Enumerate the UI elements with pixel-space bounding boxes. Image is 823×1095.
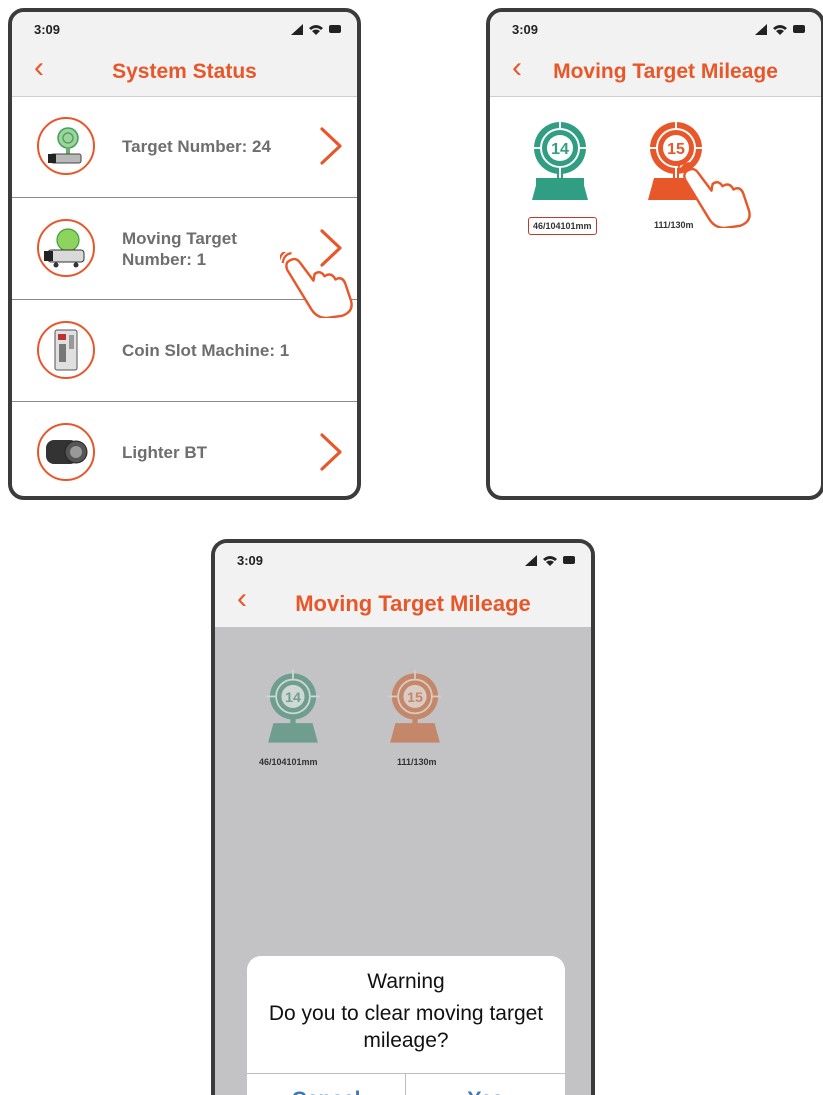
status-icons	[755, 22, 807, 36]
coin-slot-machine-icon	[37, 321, 95, 379]
status-bar: 3:09	[490, 12, 821, 48]
target-number: 15	[667, 141, 685, 158]
dialog-message: Do you to clear moving target mileage?	[268, 1002, 544, 1052]
target-number: 14	[285, 690, 301, 706]
row-label: Lighter BT	[122, 443, 207, 462]
target-number: 15	[407, 690, 423, 706]
status-time: 3:09	[34, 22, 61, 37]
status-bar: 3:09	[12, 12, 357, 48]
warning-dialog: Warning Do you to clear moving target mi…	[247, 956, 565, 1095]
moving-target-15: 15 111/130m	[383, 663, 473, 783]
modal-overlay[interactable]: 14 46/104101mm 15 111/130m Warning Do yo…	[215, 627, 591, 1095]
row-label-line2: Number: 1	[122, 250, 207, 269]
target-mileage: 46/104101mm	[528, 217, 597, 235]
phone-mileage: 3:09 ‹ Moving Target Mileage 14 46/10410…	[486, 8, 823, 500]
status-bar: 3:09	[215, 543, 591, 579]
yes-button[interactable]: Yes	[406, 1074, 565, 1095]
tap-hand-icon	[280, 252, 358, 318]
moving-target-14: 14 46/104101mm	[259, 663, 351, 783]
row-label-line1: Moving Target	[122, 229, 237, 248]
target-mileage: 111/130m	[397, 757, 437, 767]
chevron-right-icon[interactable]	[319, 432, 343, 472]
target-14-icon: 14	[266, 669, 320, 743]
page-title: System Status	[112, 60, 257, 83]
target-mileage: 46/104101mm	[259, 757, 318, 767]
moving-target-14[interactable]: 14 46/104101mm	[524, 116, 614, 236]
target-14-icon: 14	[530, 118, 590, 200]
standing-target-icon	[37, 117, 95, 175]
cancel-button[interactable]: Cancel	[247, 1074, 406, 1095]
status-icons	[525, 553, 577, 567]
tap-hand-icon	[678, 162, 756, 228]
page-title: Moving Target Mileage	[553, 60, 778, 83]
row-label: Moving Target Number: 1	[122, 228, 237, 270]
status-time: 3:09	[512, 22, 539, 37]
dialog-title: Warning	[367, 970, 445, 993]
row-label: Coin Slot Machine: 1	[122, 341, 290, 360]
status-icons	[291, 22, 343, 36]
phone-warning-dialog: 3:09 ‹ Moving Target Mileage 14 46/10410…	[211, 539, 595, 1095]
nav-bar: ‹ System Status	[12, 48, 357, 97]
target-15-icon: 15	[388, 669, 442, 743]
dialog-buttons: Cancel Yes	[247, 1073, 565, 1095]
target-number: 14	[551, 141, 569, 158]
page-title: Moving Target Mileage	[295, 591, 531, 616]
moving-target-device-icon	[37, 219, 95, 277]
row-target-number[interactable]: Target Number: 24	[12, 96, 357, 198]
row-lighter-bt[interactable]: Lighter BT	[12, 402, 357, 496]
status-time: 3:09	[237, 553, 264, 568]
row-label: Target Number: 24	[122, 137, 271, 156]
nav-bar: ‹ Moving Target Mileage	[215, 579, 591, 628]
nav-bar: ‹ Moving Target Mileage	[490, 48, 821, 97]
phone-system-status: 3:09 ‹ System Status Target Number: 24 M…	[8, 8, 361, 500]
lighter-bt-icon	[37, 423, 95, 481]
chevron-right-icon[interactable]	[319, 126, 343, 166]
